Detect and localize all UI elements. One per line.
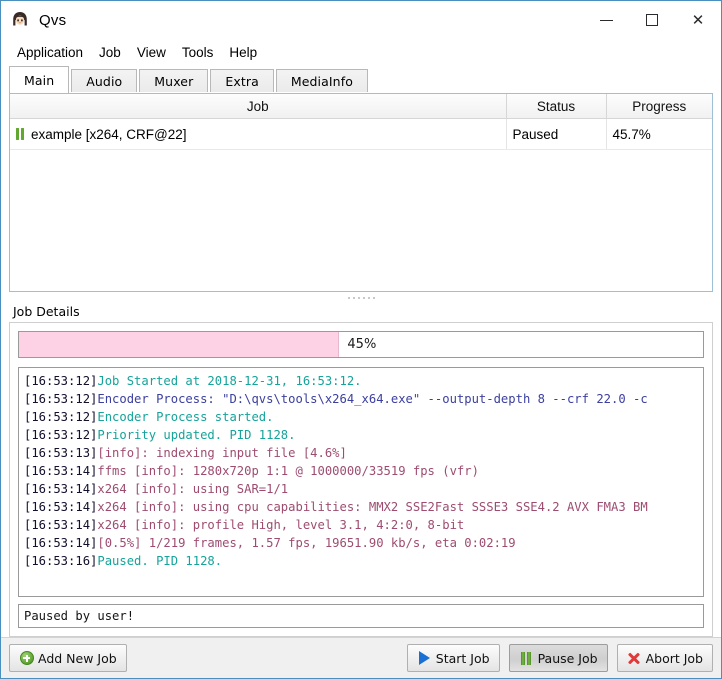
app-window: Qvs ✕ Application Job View Tools Help Ma… [0, 0, 722, 679]
log-message: ffms [info]: 1280x720p 1:1 @ 1000000/335… [97, 464, 479, 478]
tab-extra[interactable]: Extra [210, 69, 274, 93]
window-title: Qvs [39, 11, 67, 29]
log-timestamp: [16:53:12] [24, 410, 98, 424]
log-line: [16:53:16]Paused. PID 1128. [24, 552, 703, 570]
panel-splitter[interactable] [9, 292, 713, 303]
log-line: [16:53:14]x264 [info]: profile High, lev… [24, 516, 703, 534]
abort-job-button[interactable]: Abort Job [616, 644, 713, 672]
tab-audio[interactable]: Audio [71, 69, 138, 93]
log-message: [info]: indexing input file [4.6%] [97, 446, 347, 460]
log-timestamp: [16:53:14] [24, 536, 98, 550]
log-message: x264 [info]: profile High, level 3.1, 4:… [97, 518, 465, 532]
tab-main[interactable]: Main [9, 66, 70, 93]
log-line: [16:53:14]x264 [info]: using cpu capabil… [24, 498, 703, 516]
plus-circle-icon [19, 651, 34, 666]
tab-mediainfo[interactable]: MediaInfo [275, 69, 368, 93]
log-line: [16:53:14]ffms [info]: 1280x720p 1:1 @ 1… [24, 462, 703, 480]
log-line: [16:53:12]Priority updated. PID 1128. [24, 426, 703, 444]
close-x-icon [627, 651, 642, 666]
log-timestamp: [16:53:12] [24, 428, 98, 442]
menu-job[interactable]: Job [91, 42, 129, 63]
log-line: [16:53:12]Job Started at 2018-12-31, 16:… [24, 372, 703, 390]
log-message: [0.5%] 1/219 frames, 1.57 fps, 19651.90 … [97, 536, 516, 550]
log-message: Encoder Process: "D:\qvs\tools\x264_x64.… [97, 392, 648, 406]
cell-job: example [x264, CRF@22] [10, 118, 507, 150]
main-content: Job Status Progress example [x264, CRF@2… [1, 93, 721, 637]
log-timestamp: [16:53:12] [24, 374, 98, 388]
log-timestamp: [16:53:14] [24, 518, 98, 532]
play-icon [417, 651, 432, 666]
cell-status: Paused [506, 118, 607, 150]
progress-bar-label: 45% [347, 337, 377, 352]
menu-tools[interactable]: Tools [174, 42, 222, 63]
menu-view[interactable]: View [129, 42, 174, 63]
log-line: [16:53:14]x264 [info]: using SAR=1/1 [24, 480, 703, 498]
maximize-button[interactable] [629, 1, 675, 39]
start-job-label: Start Job [435, 650, 490, 666]
anime-face-icon [10, 10, 30, 30]
job-details-panel: 45% [16:53:12]Job Started at 2018-12-31,… [9, 322, 713, 637]
pause-job-label: Pause Job [537, 650, 598, 666]
log-message: Encoder Process started. [97, 410, 274, 424]
splitter-grip-icon [347, 296, 375, 299]
log-timestamp: [16:53:16] [24, 554, 98, 568]
close-button[interactable]: ✕ [675, 1, 721, 39]
window-controls: ✕ [583, 1, 721, 39]
status-message-text: Paused by user! [24, 609, 135, 623]
tab-muxer[interactable]: Muxer [139, 69, 209, 93]
start-job-button[interactable]: Start Job [406, 644, 500, 672]
pause-job-button[interactable]: Pause Job [508, 644, 608, 672]
log-timestamp: [16:53:14] [24, 500, 98, 514]
log-message: Paused. PID 1128. [97, 554, 223, 568]
close-icon: ✕ [691, 11, 705, 29]
titlebar: Qvs ✕ [1, 1, 721, 39]
column-header-status[interactable]: Status [506, 94, 607, 119]
pause-icon [16, 128, 24, 140]
minimize-icon [599, 19, 613, 21]
abort-job-label: Abort Job [645, 650, 703, 666]
add-new-job-button[interactable]: Add New Job [9, 644, 127, 672]
menubar: Application Job View Tools Help [1, 39, 721, 65]
log-message: x264 [info]: using SAR=1/1 [97, 482, 289, 496]
log-output[interactable]: [16:53:12]Job Started at 2018-12-31, 16:… [18, 367, 704, 597]
job-details-label: Job Details [13, 304, 80, 319]
progress-bar-text-wrap: 45% [19, 332, 703, 357]
menu-application[interactable]: Application [9, 42, 91, 63]
column-header-progress[interactable]: Progress [606, 94, 712, 119]
add-new-job-label: Add New Job [38, 650, 117, 666]
log-timestamp: [16:53:13] [24, 446, 98, 460]
bottom-toolbar: Add New Job Start Job Pause Job Abort Jo… [1, 637, 721, 678]
job-list[interactable]: Job Status Progress example [x264, CRF@2… [9, 93, 713, 292]
tabstrip: Main Audio Muxer Extra MediaInfo [1, 65, 721, 93]
log-line: [16:53:12]Encoder Process started. [24, 408, 703, 426]
pause-icon [519, 651, 534, 666]
log-timestamp: [16:53:14] [24, 482, 98, 496]
log-line: [16:53:12]Encoder Process: "D:\qvs\tools… [24, 390, 703, 408]
log-line: [16:53:14][0.5%] 1/219 frames, 1.57 fps,… [24, 534, 703, 552]
maximize-icon [646, 14, 658, 26]
column-header-job[interactable]: Job [10, 94, 507, 119]
log-message: x264 [info]: using cpu capabilities: MMX… [97, 500, 648, 514]
log-message: Job Started at 2018-12-31, 16:53:12. [97, 374, 362, 388]
log-message: Priority updated. PID 1128. [97, 428, 296, 442]
table-row[interactable]: example [x264, CRF@22] Paused 45.7% [10, 118, 712, 150]
status-message: Paused by user! [18, 604, 704, 628]
log-timestamp: [16:53:14] [24, 464, 98, 478]
log-line: [16:53:13][info]: indexing input file [4… [24, 444, 703, 462]
minimize-button[interactable] [583, 1, 629, 39]
menu-help[interactable]: Help [221, 42, 265, 63]
progress-bar: 45% [18, 331, 704, 358]
log-timestamp: [16:53:12] [24, 392, 98, 406]
table-header-row: Job Status Progress [10, 94, 712, 119]
job-name: example [x264, CRF@22] [31, 126, 187, 142]
cell-progress: 45.7% [606, 118, 712, 150]
